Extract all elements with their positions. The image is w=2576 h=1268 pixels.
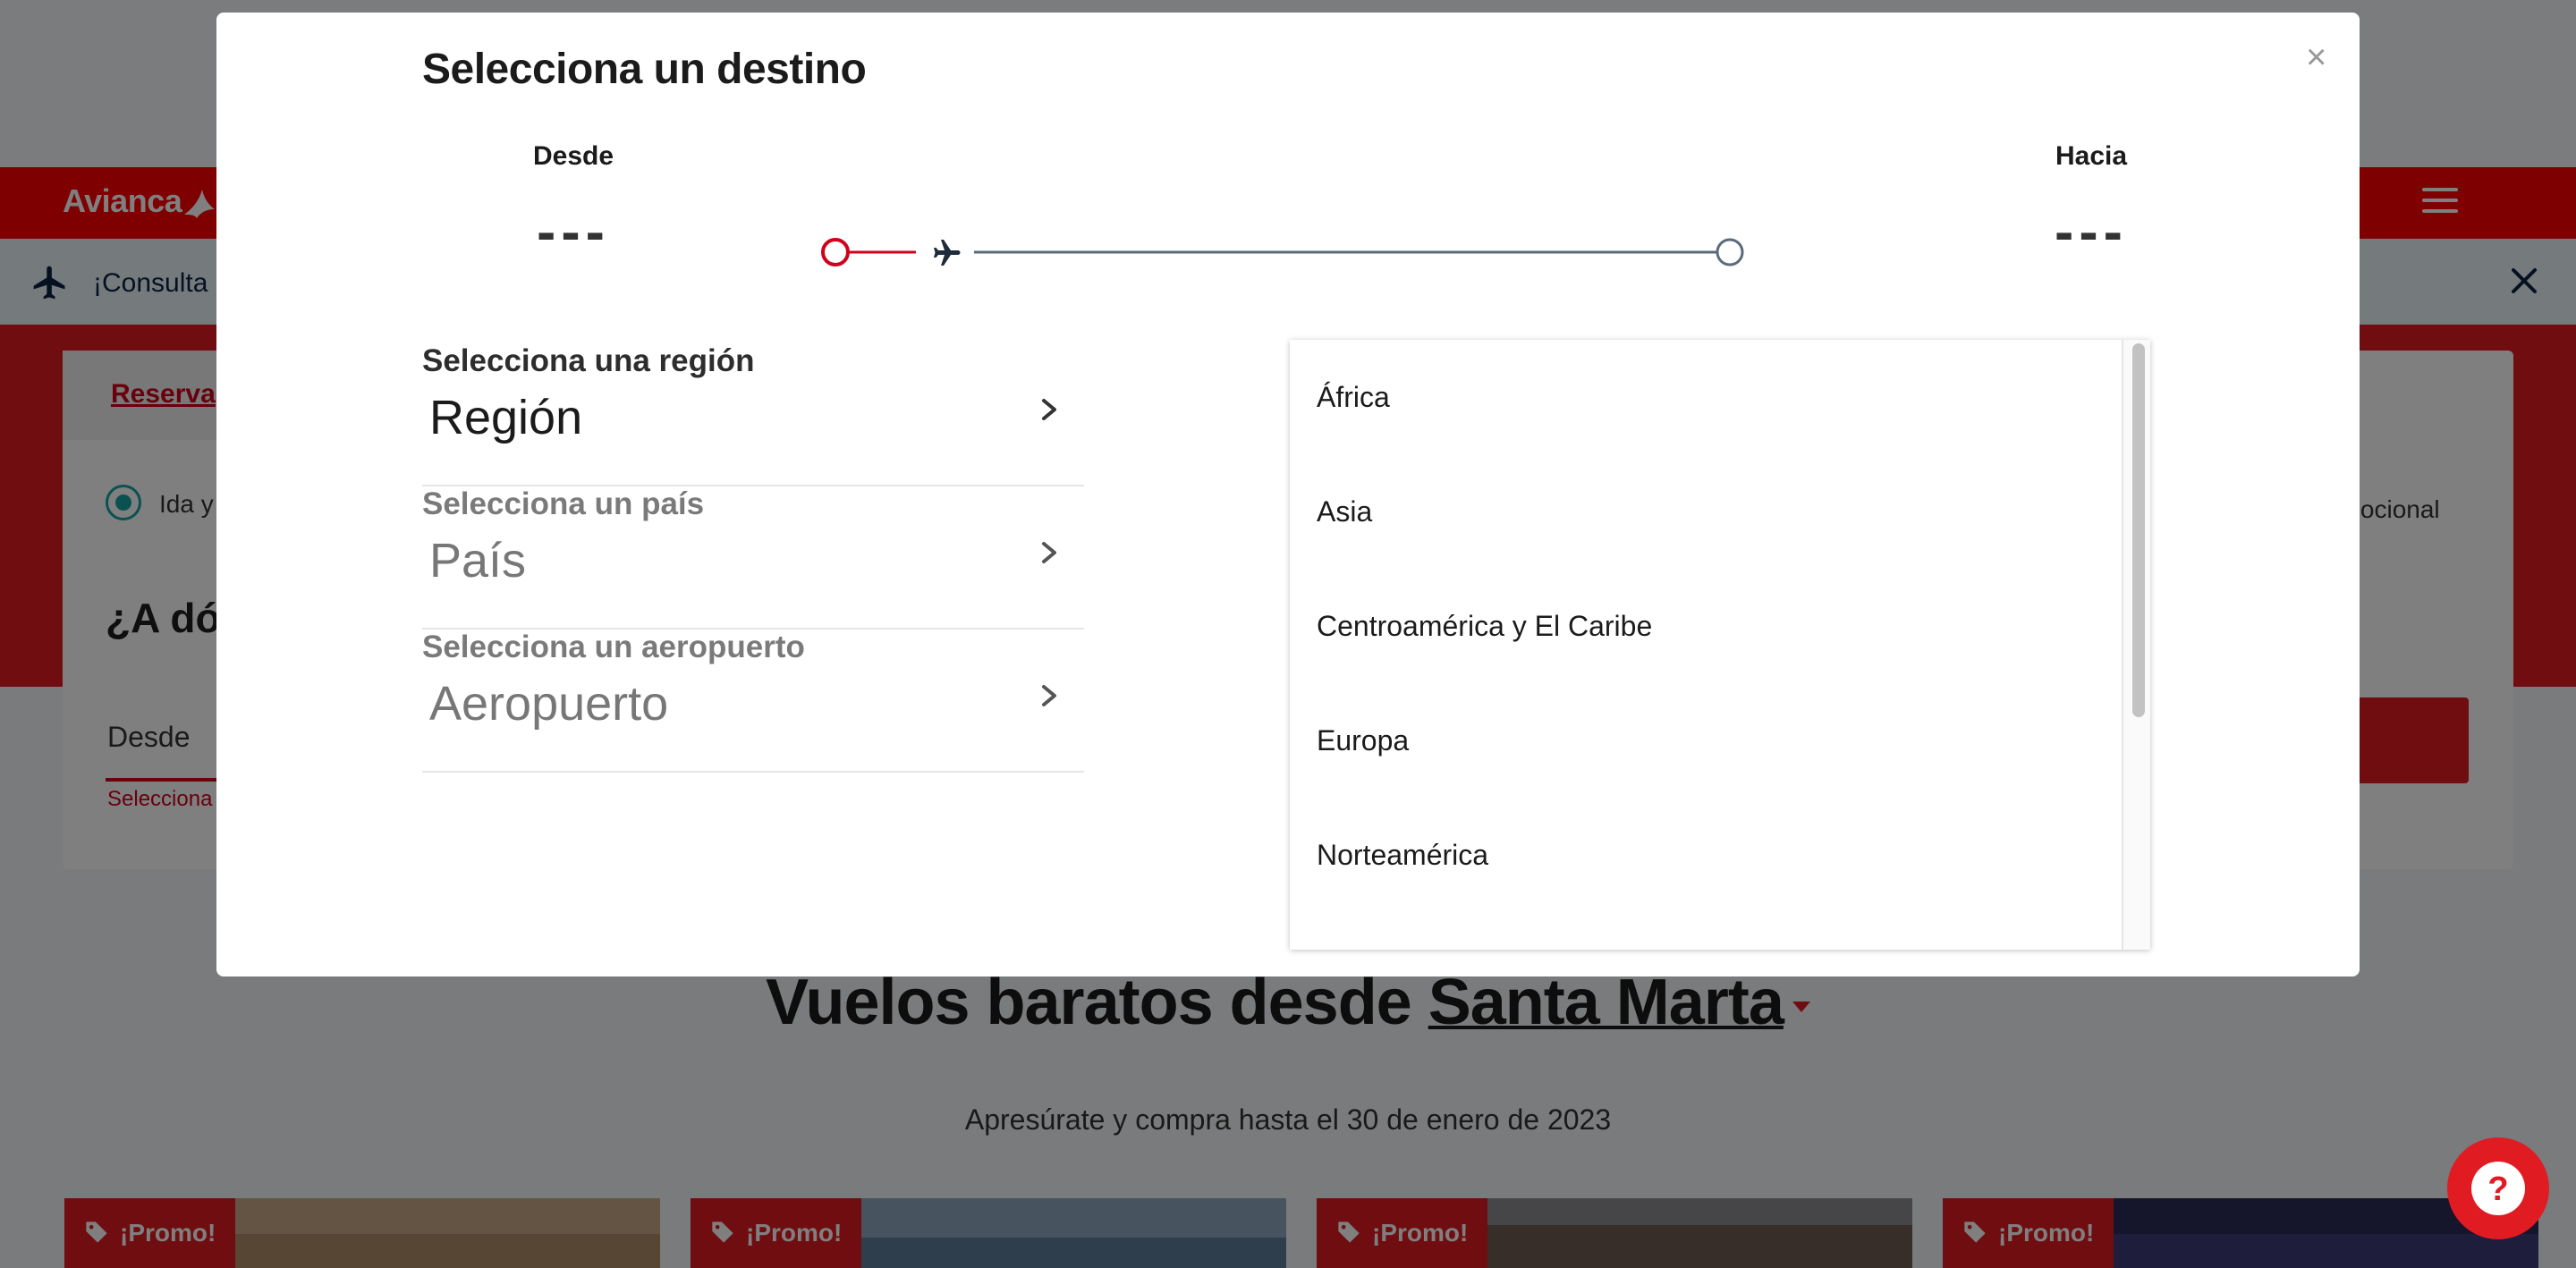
help-button[interactable]: ? — [2447, 1137, 2549, 1239]
list-item-centroamerica[interactable]: Centroamérica y El Caribe — [1290, 569, 2122, 683]
destination-modal: Selecciona un destino × Desde --- Hacia … — [216, 13, 2360, 976]
origin-label: Desde — [532, 141, 614, 171]
destination-code: --- — [2055, 199, 2128, 264]
country-selector-label: Selecciona un país — [422, 486, 705, 521]
help-question-icon: ? — [2471, 1162, 2525, 1215]
airport-selector-label: Selecciona un aeropuerto — [422, 630, 805, 664]
chevron-right-icon — [1042, 685, 1056, 706]
region-selector-label: Selecciona una región — [422, 343, 755, 378]
airport-selector[interactable]: Selecciona un aeropuerto Aeropuerto — [422, 630, 1084, 773]
list-item-europa[interactable]: Europa — [1290, 683, 2122, 798]
airplane-icon — [934, 240, 961, 266]
destination-label: Hacia — [2055, 141, 2128, 171]
country-selector[interactable]: Selecciona un país País — [422, 486, 1084, 630]
origin-code: --- — [537, 199, 610, 264]
scrollbar-thumb[interactable] — [2132, 343, 2145, 717]
region-list[interactable]: África Asia Centroamérica y El Caribe Eu… — [1290, 340, 2150, 950]
chevron-right-icon — [1042, 542, 1056, 563]
svg-text:?: ? — [2487, 1171, 2508, 1208]
close-icon[interactable]: × — [2306, 39, 2326, 75]
region-selector-value: Región — [429, 391, 583, 444]
chevron-right-icon — [1042, 399, 1056, 420]
airport-selector-value: Aeropuerto — [429, 677, 669, 731]
country-selector-value: País — [429, 534, 527, 588]
region-selector[interactable]: Selecciona una región Región — [422, 343, 1084, 486]
list-item-asia[interactable]: Asia — [1290, 454, 2122, 569]
list-item-africa[interactable]: África — [1290, 340, 2122, 454]
list-item-norteamerica[interactable]: Norteamérica — [1290, 798, 2122, 912]
scrollbar[interactable] — [2122, 340, 2150, 950]
modal-title: Selecciona un destino — [422, 46, 867, 93]
route-progress — [821, 238, 1744, 266]
